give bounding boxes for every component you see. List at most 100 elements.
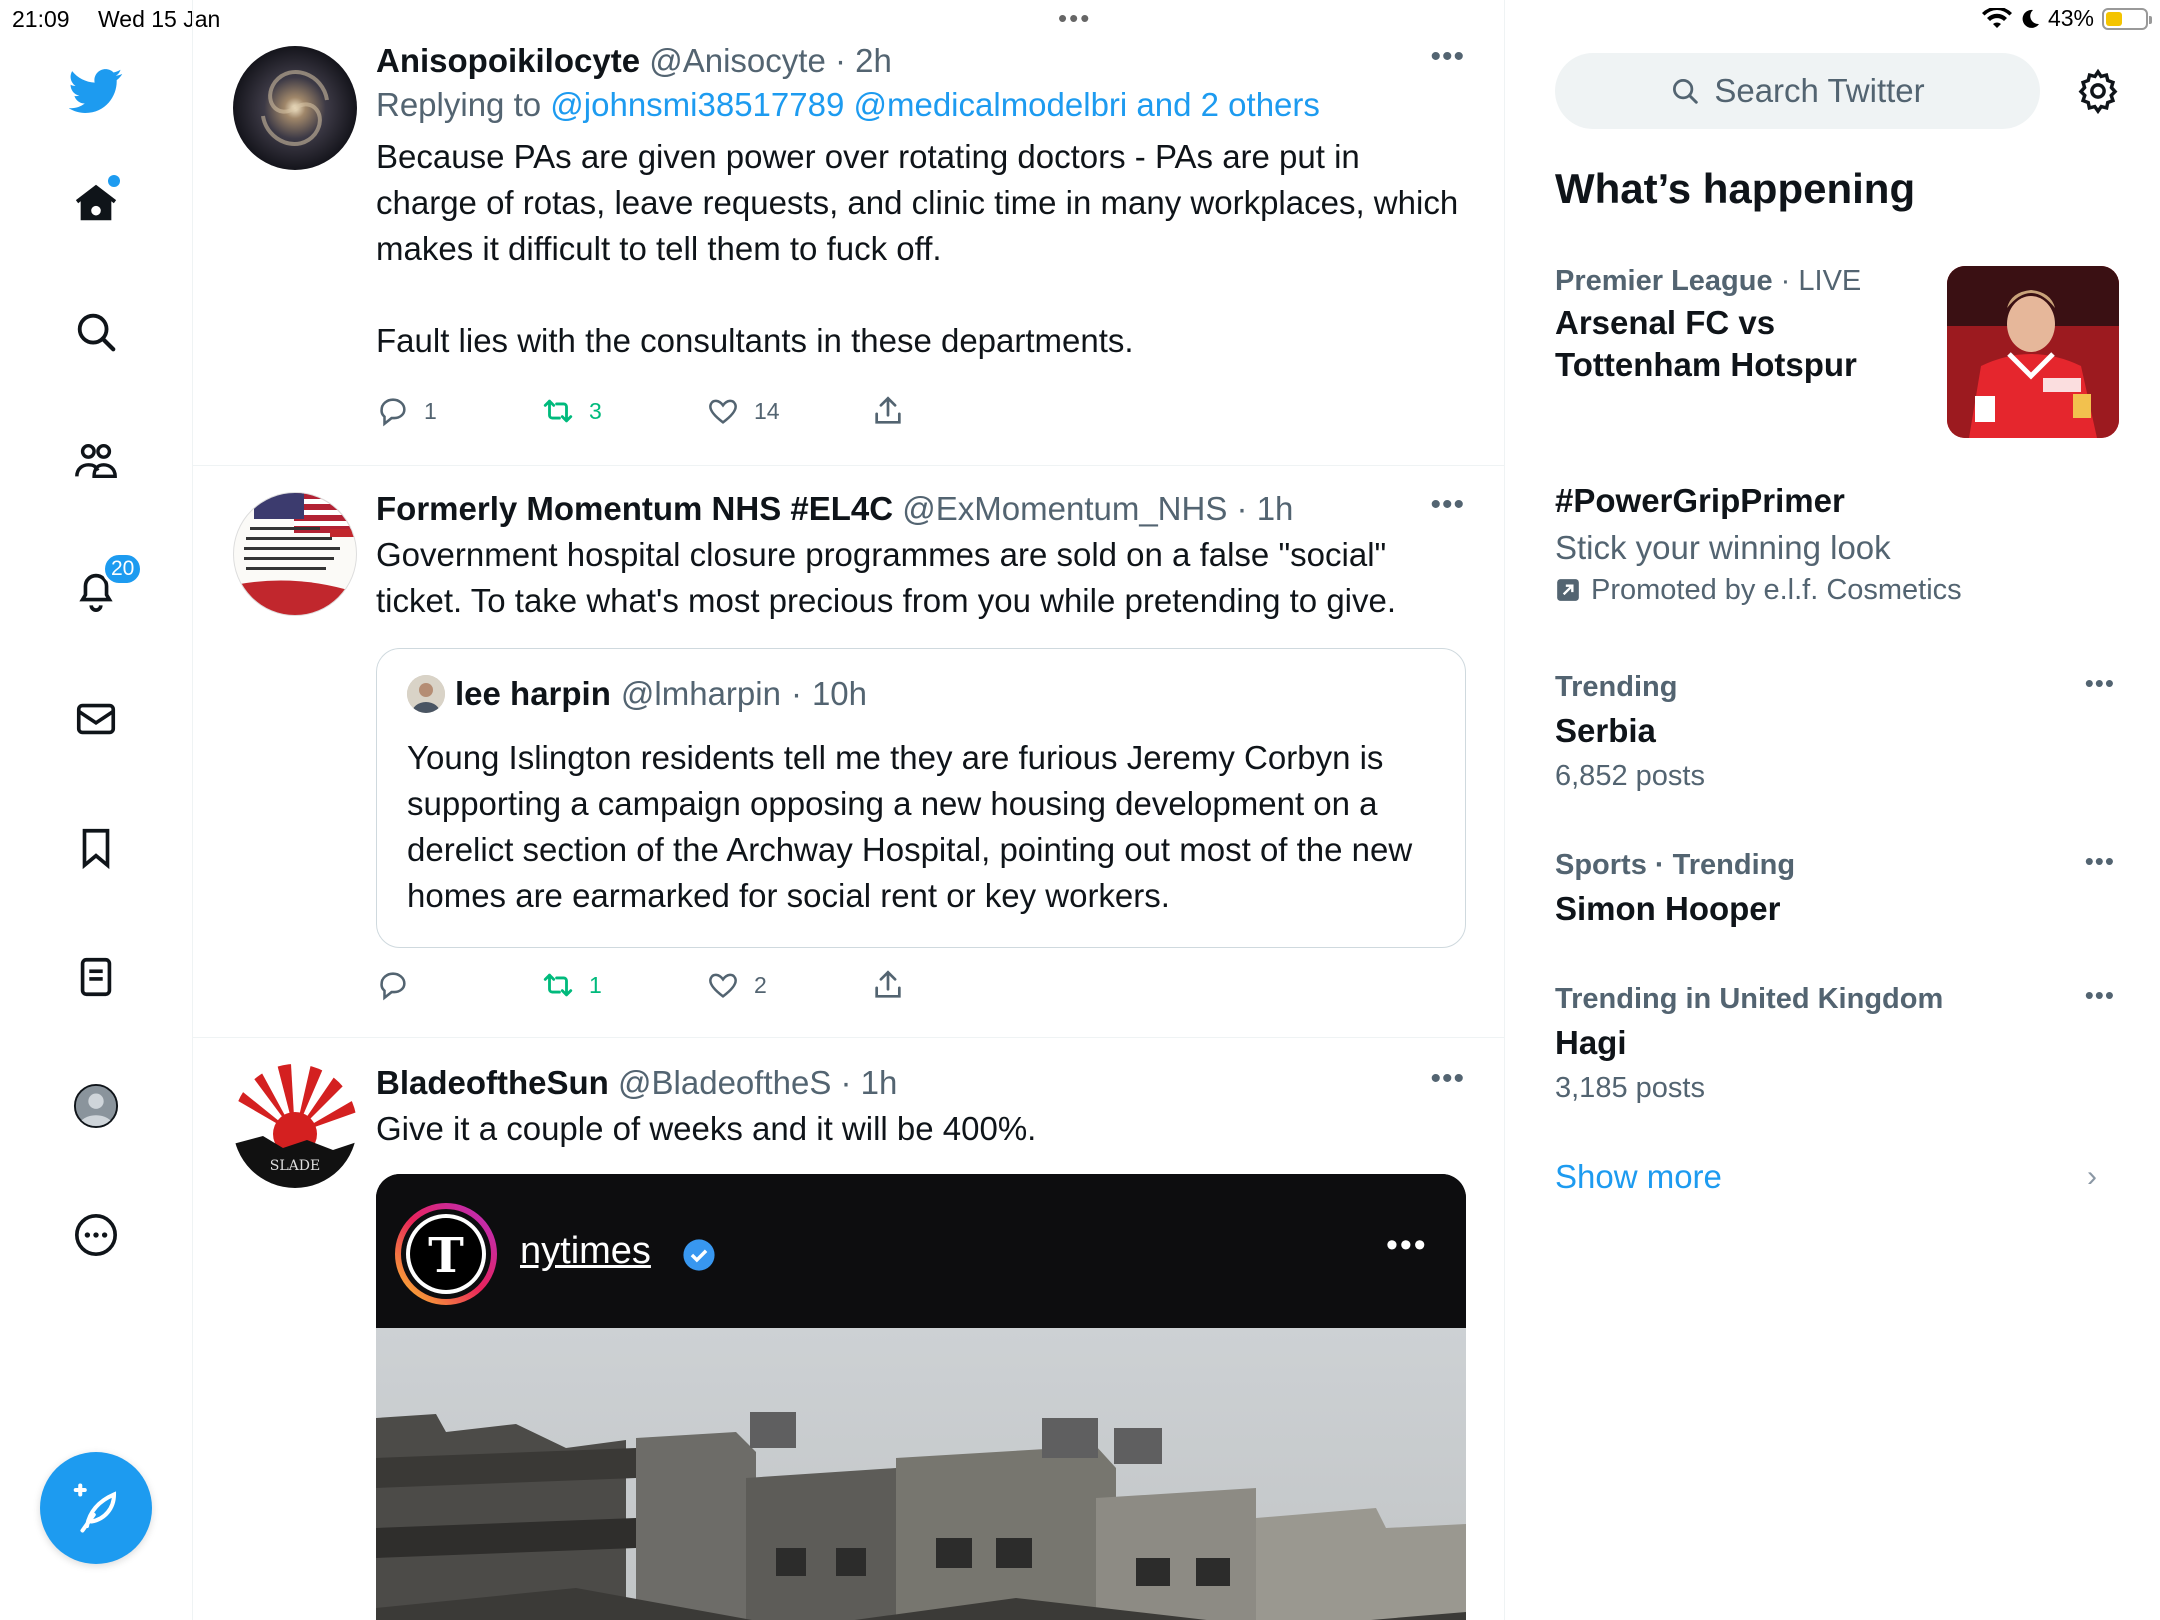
trend-post-count: 3,185 posts <box>1555 1072 1705 1104</box>
quoted-tweet-text: Young Islington residents tell me they a… <box>407 739 1413 914</box>
notification-count-badge: 20 <box>102 552 144 586</box>
tweet-more-icon[interactable]: ••• <box>1430 1062 1465 1096</box>
like-count: 2 <box>754 971 767 998</box>
bookmark-icon <box>82 828 110 870</box>
replying-to-links[interactable]: @johnsmi38517789 @medicalmodelbri and 2 … <box>550 86 1320 123</box>
display-name[interactable]: Formerly Momentum NHS #EL4C <box>376 490 893 527</box>
nav-communities[interactable] <box>66 431 126 491</box>
tweet[interactable]: SLADE BladeoftheSun @BladeoftheS · 1h ••… <box>193 1038 1504 1620</box>
avatar[interactable]: SLADE <box>233 1064 357 1188</box>
compose-tweet-button[interactable] <box>40 1452 152 1564</box>
trend-item[interactable]: Trending ••• Serbia 6,852 posts <box>1555 668 2115 808</box>
media-more-icon[interactable]: ••• <box>1386 1226 1428 1265</box>
show-more-link[interactable]: Show more <box>1555 1158 1722 1196</box>
heart-icon <box>709 399 737 424</box>
tweet[interactable]: Formerly Momentum NHS #EL4C @ExMomentum_… <box>193 466 1504 1038</box>
trend-more-icon[interactable]: ••• <box>2085 668 2115 699</box>
quoted-avatar[interactable] <box>407 675 445 713</box>
retweet-button[interactable]: 3 <box>541 394 706 428</box>
document-headline-image <box>234 493 356 615</box>
retweet-count: 1 <box>589 971 602 998</box>
trend-item[interactable]: Trending in United Kingdom ••• Hagi 3,18… <box>1555 980 2115 1120</box>
nav-lists[interactable] <box>66 947 126 1007</box>
tweet-more-icon[interactable]: ••• <box>1430 488 1465 522</box>
tweet-more-icon[interactable]: ••• <box>1430 40 1465 74</box>
trend-name: Simon Hooper <box>1555 890 1781 927</box>
like-count: 14 <box>754 397 780 424</box>
handle[interactable]: @ExMomentum_NHS <box>902 490 1227 527</box>
quoted-tweet[interactable]: lee harpin @lmharpin · 10h Young Islington… <box>376 648 1466 948</box>
nav-profile[interactable] <box>66 1076 126 1136</box>
promoted-trend[interactable]: #PowerGripPrimer Stick your winning look… <box>1555 480 2115 630</box>
quoted-tweet-header: lee harpin @lmharpin · 10h <box>407 675 867 713</box>
heart-icon <box>709 973 737 998</box>
left-navigation: 20 <box>0 0 193 1620</box>
timestamp[interactable]: 1h <box>1257 490 1294 527</box>
home-unread-dot <box>108 175 120 187</box>
communities-icon <box>75 443 117 479</box>
rising-sun-image: SLADE <box>233 1064 357 1188</box>
twitter-logo-icon[interactable] <box>66 60 126 120</box>
reply-button[interactable] <box>376 968 541 1002</box>
quoted-display-name[interactable]: lee harpin <box>455 675 611 713</box>
avatar[interactable] <box>233 492 357 616</box>
chevron-right-icon[interactable]: › <box>2087 1160 2097 1194</box>
retweet-button[interactable]: 1 <box>541 968 706 1002</box>
reply-button[interactable]: 1 <box>376 394 541 428</box>
tweet-actions: 1 2 <box>376 968 1036 1002</box>
nav-notifications[interactable]: 20 <box>66 552 144 620</box>
avatar[interactable] <box>233 46 357 170</box>
reply-icon <box>380 398 406 427</box>
media-account-name[interactable]: nytimes <box>520 1230 651 1273</box>
reply-count: 1 <box>424 397 437 424</box>
timestamp[interactable]: 1h <box>861 1064 898 1101</box>
nav-home[interactable] <box>66 173 126 233</box>
nav-explore[interactable] <box>66 302 126 362</box>
share-button[interactable] <box>871 394 1036 428</box>
search-icon <box>1673 79 1699 104</box>
trend-category: Sports · Trending <box>1555 849 1796 881</box>
trend-more-icon[interactable]: ••• <box>2085 980 2115 1011</box>
svg-text:SLADE: SLADE <box>270 1158 320 1174</box>
live-label: LIVE <box>1798 265 1862 297</box>
trend-category: Trending <box>1555 671 1678 703</box>
settings-gear-icon[interactable] <box>2075 68 2121 114</box>
trend-more-icon[interactable]: ••• <box>2085 846 2115 877</box>
trend-item[interactable]: Sports · Trending ••• Simon Hooper <box>1555 846 2115 946</box>
display-name[interactable]: Anisopoikilocyte <box>376 42 640 79</box>
tweet-header: Formerly Momentum NHS #EL4C @ExMomentum_… <box>376 490 1294 527</box>
retweet-count: 3 <box>589 397 602 424</box>
football-player-image <box>1947 266 2119 438</box>
quoted-timestamp[interactable]: 10h <box>812 675 867 713</box>
verified-badge-icon <box>683 1239 715 1271</box>
display-name[interactable]: BladeoftheSun <box>376 1064 609 1101</box>
trend-image <box>1947 266 2119 438</box>
timeline: Anisopoikilocyte @Anisocyte · 2h ••• Rep… <box>193 0 1505 1620</box>
timestamp[interactable]: 2h <box>855 42 892 79</box>
more-icon <box>75 1214 117 1256</box>
quoted-handle[interactable]: @lmharpin <box>621 675 781 713</box>
tweet[interactable]: Anisopoikilocyte @Anisocyte · 2h ••• Rep… <box>193 0 1504 466</box>
like-button[interactable]: 2 <box>706 968 871 1002</box>
profile-icon <box>73 1083 119 1129</box>
promoted-subtitle: Stick your winning look <box>1555 529 1891 566</box>
nav-messages[interactable] <box>66 689 126 749</box>
trend-post-count: 6,852 posts <box>1555 760 1705 792</box>
tweet-text: Because PAs are given power over rotatin… <box>376 138 1459 359</box>
nav-more[interactable] <box>66 1205 126 1265</box>
like-button[interactable]: 14 <box>706 394 871 428</box>
handle[interactable]: @BladeoftheS <box>618 1064 831 1101</box>
nav-bookmarks[interactable] <box>66 818 126 878</box>
right-sidebar: Search Twitter What’s happening Premier … <box>1505 0 2160 1620</box>
trend-name: Arsenal FC vs Tottenham Hotspur <box>1555 304 1857 383</box>
tweet-media[interactable]: T nytimes ••• <box>376 1174 1466 1620</box>
tweet-header: Anisopoikilocyte @Anisocyte · 2h <box>376 42 892 79</box>
trend-item[interactable]: Premier League · LIVE Arsenal FC vs Tott… <box>1555 262 2119 442</box>
share-button[interactable] <box>871 968 1036 1002</box>
search-input[interactable]: Search Twitter <box>1555 53 2040 129</box>
mail-icon <box>76 703 116 735</box>
galaxy-image <box>261 70 329 146</box>
trend-name: Hagi <box>1555 1024 1627 1061</box>
lists-icon <box>80 957 112 997</box>
handle[interactable]: @Anisocyte <box>649 42 826 79</box>
